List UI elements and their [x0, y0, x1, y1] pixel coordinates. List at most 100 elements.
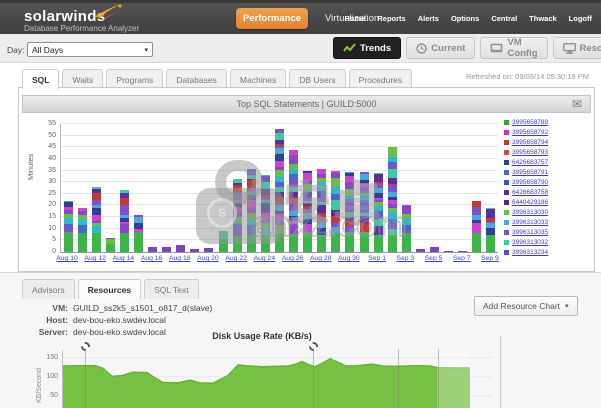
- stacked-bar-aug-17[interactable]: [162, 247, 171, 252]
- x-axis-label-aug-14[interactable]: Aug 14: [108, 255, 138, 262]
- stacked-bar-aug-13[interactable]: [106, 238, 115, 252]
- x-axis-label-sep-1[interactable]: Sep 1: [362, 255, 392, 262]
- legend-item[interactable]: 6440429186: [504, 197, 548, 207]
- legend-item[interactable]: 6426683758: [504, 187, 548, 197]
- stacked-bar-sep-8[interactable]: [472, 201, 481, 252]
- legend-sql-id-link[interactable]: 3996313035: [512, 229, 548, 236]
- tab-waits[interactable]: Waits: [62, 69, 103, 89]
- legend-sql-id-link[interactable]: 3995658791: [512, 169, 548, 176]
- legend-item[interactable]: 3996313032: [504, 237, 548, 247]
- stacked-bar-aug-21[interactable]: [219, 231, 228, 252]
- email-chart-icon[interactable]: ✉: [572, 97, 582, 112]
- stacked-bar-aug-24[interactable]: [261, 175, 270, 252]
- x-axis-label-aug-12[interactable]: Aug 12: [80, 255, 110, 262]
- resources-tab-resources[interactable]: Resources: [78, 279, 141, 299]
- legend-item[interactable]: 3995658794: [504, 137, 548, 147]
- view-button-vm-config[interactable]: VM Config: [480, 37, 547, 59]
- legend-item[interactable]: 3996313030: [504, 207, 548, 217]
- legend-sql-id-link[interactable]: 6440429186: [512, 199, 548, 206]
- legend-item[interactable]: 3995658789: [504, 117, 548, 127]
- tab-db-users[interactable]: DB Users: [289, 69, 345, 89]
- legend-sql-id-link[interactable]: 3995658793: [512, 149, 548, 156]
- stacked-bar-aug-22[interactable]: [233, 179, 242, 252]
- stacked-bar-aug-11[interactable]: [78, 208, 87, 252]
- tab-machines[interactable]: Machines: [230, 69, 286, 89]
- stacked-bar-sep-2[interactable]: [388, 147, 397, 252]
- stacked-bar-sep-9[interactable]: [486, 208, 495, 252]
- stacked-bar-aug-20[interactable]: [204, 248, 213, 252]
- stacked-bar-aug-31[interactable]: [360, 172, 369, 252]
- stacked-bar-aug-30[interactable]: [345, 172, 354, 252]
- stacked-bar-aug-10[interactable]: [64, 201, 73, 252]
- tab-databases[interactable]: Databases: [166, 69, 227, 89]
- legend-sql-id-link[interactable]: 6426683758: [512, 189, 548, 196]
- x-axis-label-sep-5[interactable]: Sep 5: [419, 255, 449, 262]
- stacked-bar-aug-12[interactable]: [92, 187, 101, 252]
- stacked-bar-sep-6[interactable]: [444, 251, 453, 252]
- annotation-marker-icon[interactable]: [81, 342, 90, 351]
- tab-procedures[interactable]: Procedures: [349, 69, 412, 89]
- stacked-bar-sep-3[interactable]: [402, 205, 411, 252]
- legend-item[interactable]: 3995658791: [504, 167, 548, 177]
- legend-item[interactable]: 3996313234: [504, 247, 548, 257]
- x-axis-label-aug-24[interactable]: Aug 24: [249, 255, 279, 262]
- x-axis-label-aug-26[interactable]: Aug 26: [278, 255, 308, 262]
- menu-item-options[interactable]: Options: [451, 14, 479, 23]
- menu-item-alerts[interactable]: Alerts: [418, 14, 439, 23]
- stacked-bar-aug-15[interactable]: [134, 215, 143, 252]
- x-axis-label-sep-7[interactable]: Sep 7: [447, 255, 477, 262]
- legend-sql-id-link[interactable]: 3996313030: [512, 209, 548, 216]
- legend-item[interactable]: 3995658792: [504, 127, 548, 137]
- x-axis-label-aug-16[interactable]: Aug 16: [137, 255, 167, 262]
- x-axis-label-aug-30[interactable]: Aug 30: [334, 255, 364, 262]
- stacked-bar-sep-4[interactable]: [416, 249, 425, 252]
- x-axis-label-aug-10[interactable]: Aug 10: [52, 255, 82, 262]
- stacked-bar-sep-7[interactable]: [458, 251, 467, 252]
- stacked-bar-sep-1[interactable]: [374, 173, 383, 252]
- legend-sql-id-link[interactable]: 3995658789: [512, 119, 548, 126]
- menu-item-central[interactable]: Central: [491, 14, 517, 23]
- x-axis-label-sep-9[interactable]: Sep 9: [475, 255, 505, 262]
- stacked-bar-aug-16[interactable]: [148, 247, 157, 252]
- legend-item[interactable]: 6426683757: [504, 157, 548, 167]
- menu-item-home[interactable]: Home: [345, 14, 366, 23]
- legend-sql-id-link[interactable]: 6426683757: [512, 159, 548, 166]
- view-button-trends[interactable]: Trends: [333, 37, 401, 59]
- add-resource-chart-button[interactable]: Add Resource Chart ▾: [474, 296, 578, 316]
- menu-item-logoff[interactable]: Logoff: [569, 14, 592, 23]
- stacked-bar-aug-27[interactable]: [303, 171, 312, 252]
- x-axis-label-sep-3[interactable]: Sep 3: [390, 255, 420, 262]
- legend-sql-id-link[interactable]: 3995658790: [512, 179, 548, 186]
- resources-tab-sql-text[interactable]: SQL Text: [144, 279, 199, 299]
- stacked-bar-aug-19[interactable]: [190, 249, 199, 252]
- stacked-bar-aug-23[interactable]: [247, 169, 256, 252]
- stacked-bar-aug-18[interactable]: [176, 245, 185, 252]
- x-axis-label-aug-22[interactable]: Aug 22: [221, 255, 251, 262]
- x-axis-label-aug-18[interactable]: Aug 18: [165, 255, 195, 262]
- stacked-bar-aug-28[interactable]: [317, 169, 326, 253]
- day-select-dropdown[interactable]: All Days ▾: [27, 42, 153, 57]
- tab-programs[interactable]: Programs: [106, 69, 163, 89]
- menu-item-reports[interactable]: Reports: [377, 14, 405, 23]
- annotation-marker-icon[interactable]: [309, 342, 318, 351]
- legend-sql-id-link[interactable]: 3996313234: [512, 249, 548, 256]
- x-axis-label-aug-28[interactable]: Aug 28: [306, 255, 336, 262]
- legend-sql-id-link[interactable]: 3995658794: [512, 139, 548, 146]
- view-button-resources[interactable]: Resources: [553, 37, 601, 59]
- stacked-bar-aug-29[interactable]: [331, 171, 340, 252]
- legend-sql-id-link[interactable]: 3996313033: [512, 219, 548, 226]
- stacked-bar-aug-14[interactable]: [120, 190, 129, 252]
- legend-item[interactable]: 3995658790: [504, 177, 548, 187]
- x-axis-label-aug-20[interactable]: Aug 20: [193, 255, 223, 262]
- stacked-bar-aug-25[interactable]: [275, 129, 284, 252]
- legend-item[interactable]: 3995658793: [504, 147, 548, 157]
- view-button-current[interactable]: Current: [406, 37, 475, 59]
- stacked-bar-aug-26[interactable]: [289, 150, 298, 252]
- legend-sql-id-link[interactable]: 3995658792: [512, 129, 548, 136]
- legend-sql-id-link[interactable]: 3996313032: [512, 239, 548, 246]
- menu-item-thwack[interactable]: Thwack: [529, 14, 557, 23]
- tab-sql[interactable]: SQL: [22, 69, 59, 89]
- resources-tab-advisors[interactable]: Advisors: [22, 279, 75, 299]
- stacked-bar-sep-5[interactable]: [430, 247, 439, 252]
- legend-item[interactable]: 3996313035: [504, 227, 548, 237]
